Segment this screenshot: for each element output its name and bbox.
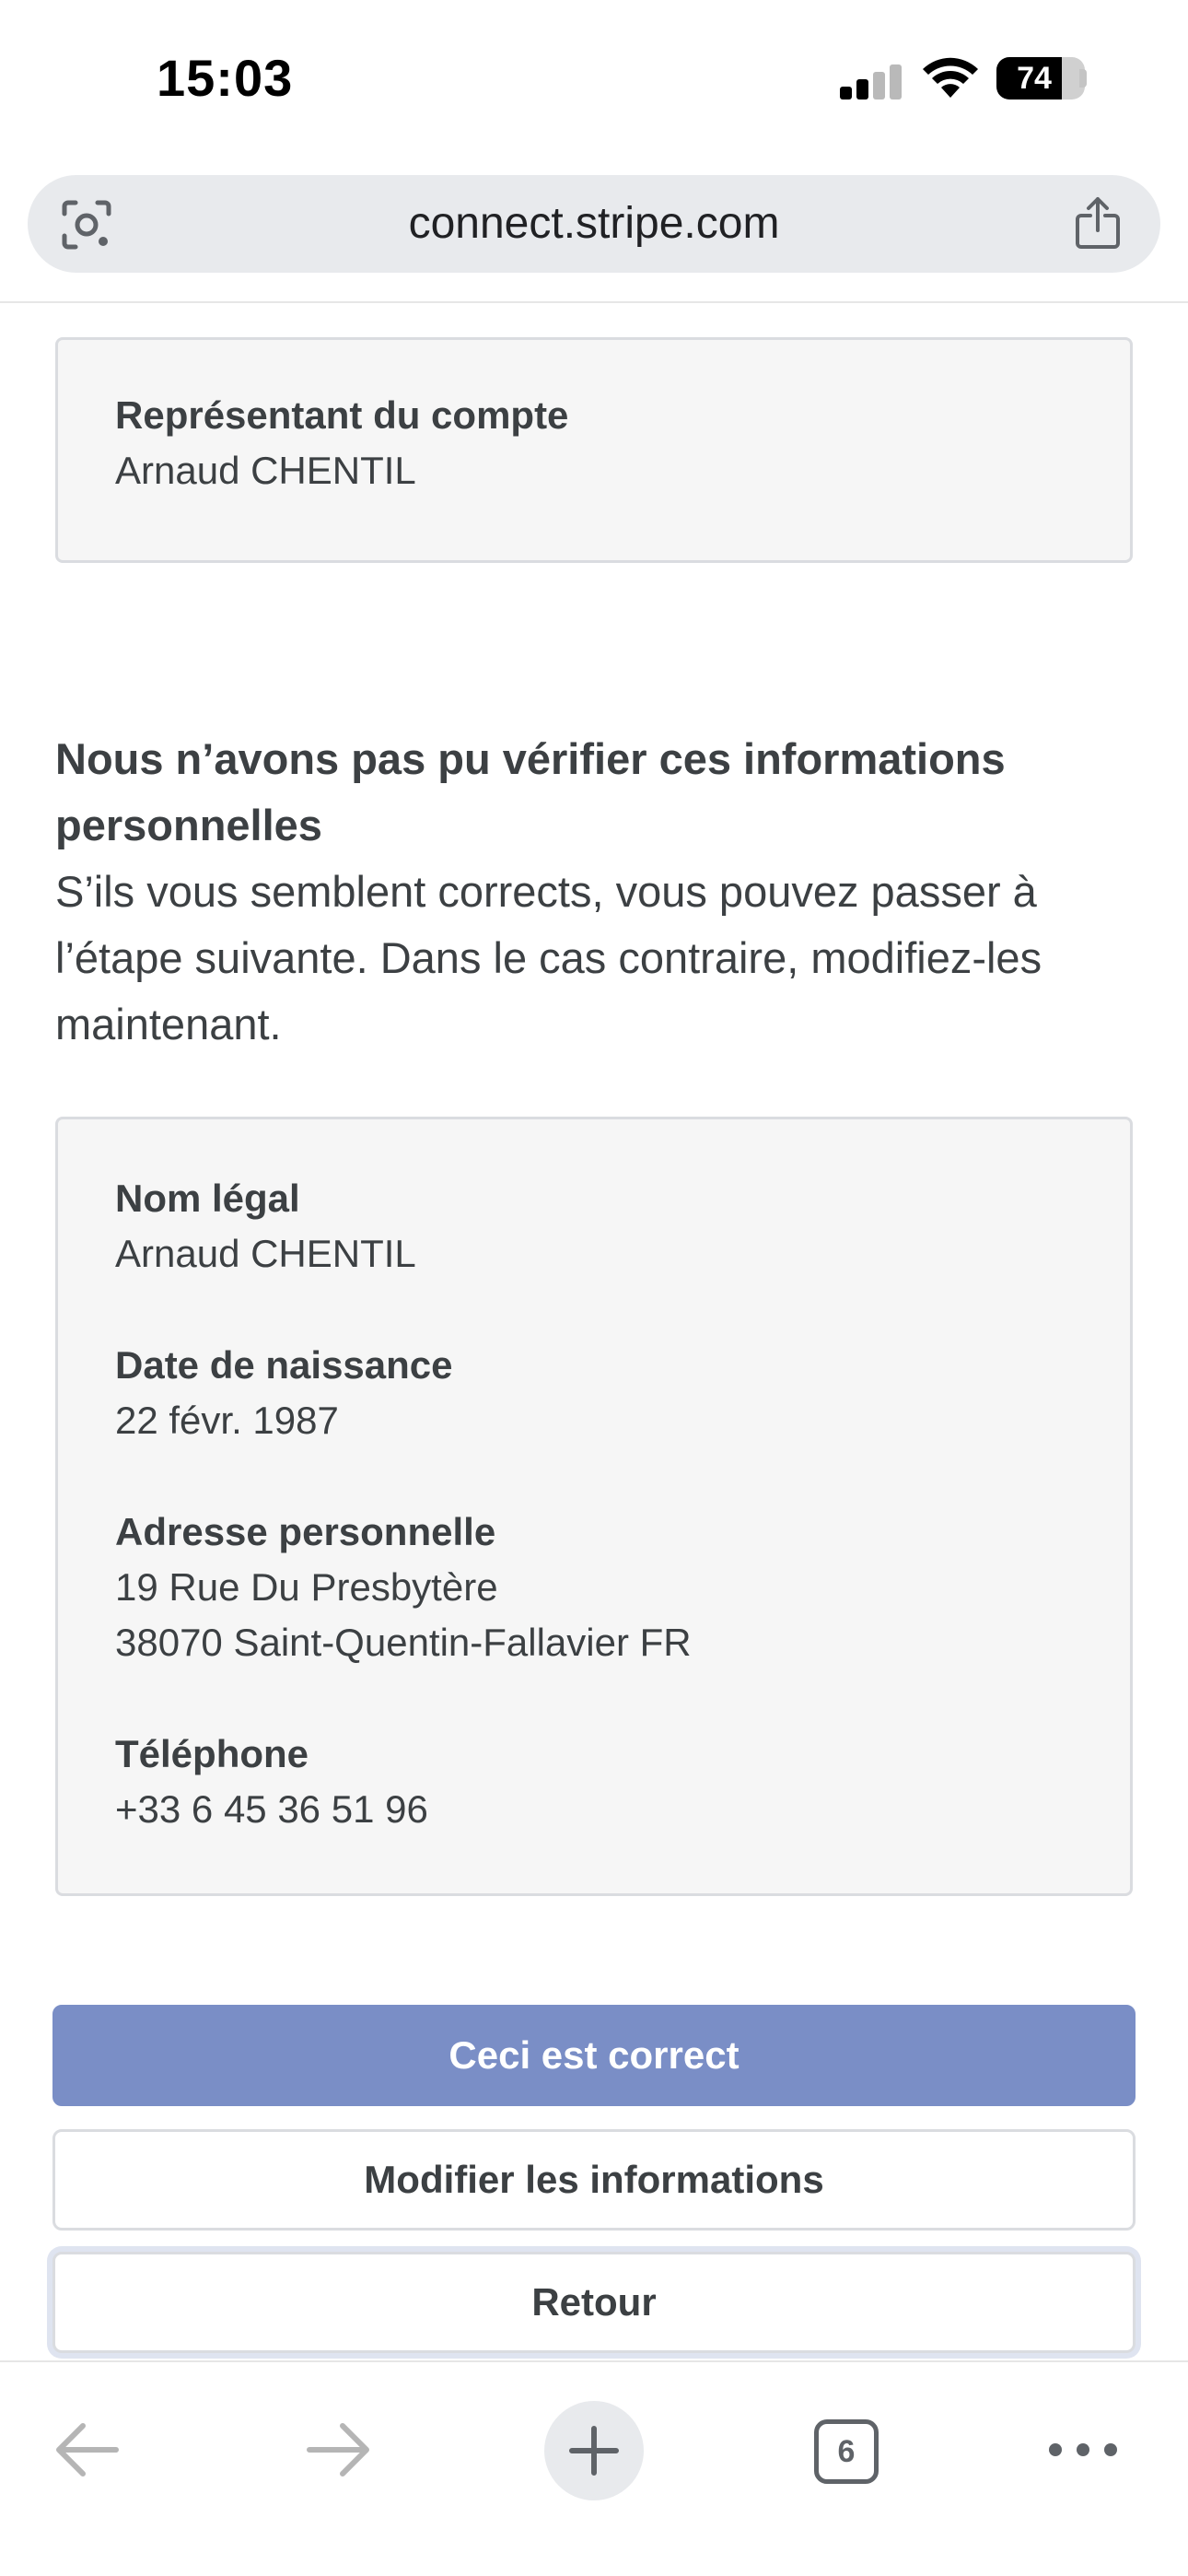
address-line-2: 38070 Saint-Quentin-Fallavier FR bbox=[115, 1621, 692, 1664]
verification-heading-line: Nous n’avons pas pu vérifier ces informa… bbox=[55, 734, 1006, 783]
url-text[interactable]: connect.stripe.com bbox=[28, 175, 1160, 273]
verification-heading: Nous n’avons pas pu vérifier ces informa… bbox=[55, 726, 1133, 859]
address-label: Adresse personnelle bbox=[115, 1510, 496, 1553]
phone-label: Téléphone bbox=[115, 1732, 309, 1775]
birth-date-label: Date de naissance bbox=[115, 1343, 453, 1387]
back-button[interactable]: Retour bbox=[52, 2252, 1136, 2353]
divider bbox=[0, 301, 1188, 303]
browser-toolbar: 6 bbox=[0, 2360, 1188, 2576]
address-bar[interactable]: connect.stripe.com bbox=[28, 175, 1160, 273]
verification-description: S’ils vous semblent corrects, vous pouve… bbox=[55, 859, 1133, 1058]
verification-text-line: maintenant. bbox=[55, 1000, 282, 1048]
edit-information-button[interactable]: Modifier les informations bbox=[52, 2129, 1136, 2231]
phone-value: +33 6 45 36 51 96 bbox=[115, 1787, 428, 1831]
legal-name-label: Nom légal bbox=[115, 1177, 300, 1220]
battery-percent: 74 bbox=[1017, 61, 1052, 96]
legal-name-value: Arnaud CHENTIL bbox=[115, 1232, 416, 1275]
personal-info-card: Nom légal Arnaud CHENTIL Date de naissan… bbox=[55, 1117, 1133, 1896]
confirm-button[interactable]: Ceci est correct bbox=[52, 2005, 1136, 2106]
address-line-1: 19 Rue Du Presbytère bbox=[115, 1565, 498, 1609]
account-representative-card: Représentant du compte Arnaud CHENTIL bbox=[55, 337, 1133, 563]
more-icon[interactable] bbox=[1046, 2436, 1120, 2464]
status-bar: 15:03 74 bbox=[0, 0, 1188, 161]
account-representative-value: Arnaud CHENTIL bbox=[115, 449, 416, 492]
forward-arrow-icon[interactable] bbox=[304, 2418, 374, 2482]
verification-text-line: l’étape suivante. Dans le cas contraire,… bbox=[55, 933, 1042, 982]
back-arrow-icon[interactable] bbox=[52, 2418, 122, 2482]
share-icon[interactable] bbox=[1074, 195, 1122, 251]
plus-icon bbox=[569, 2426, 619, 2476]
signal-icon bbox=[840, 63, 904, 100]
wifi-icon bbox=[923, 57, 978, 98]
battery-icon: 74 bbox=[996, 57, 1085, 100]
birth-date-value: 22 févr. 1987 bbox=[115, 1399, 339, 1442]
status-time: 15:03 bbox=[157, 49, 294, 107]
new-tab-button[interactable] bbox=[544, 2401, 644, 2500]
verification-text-line: S’ils vous semblent corrects, vous pouve… bbox=[55, 867, 1037, 916]
tabs-icon[interactable]: 6 bbox=[814, 2419, 879, 2484]
account-representative-label: Représentant du compte bbox=[115, 393, 569, 437]
verification-heading-line: personnelles bbox=[55, 801, 322, 849]
battery-tip bbox=[1079, 69, 1087, 88]
